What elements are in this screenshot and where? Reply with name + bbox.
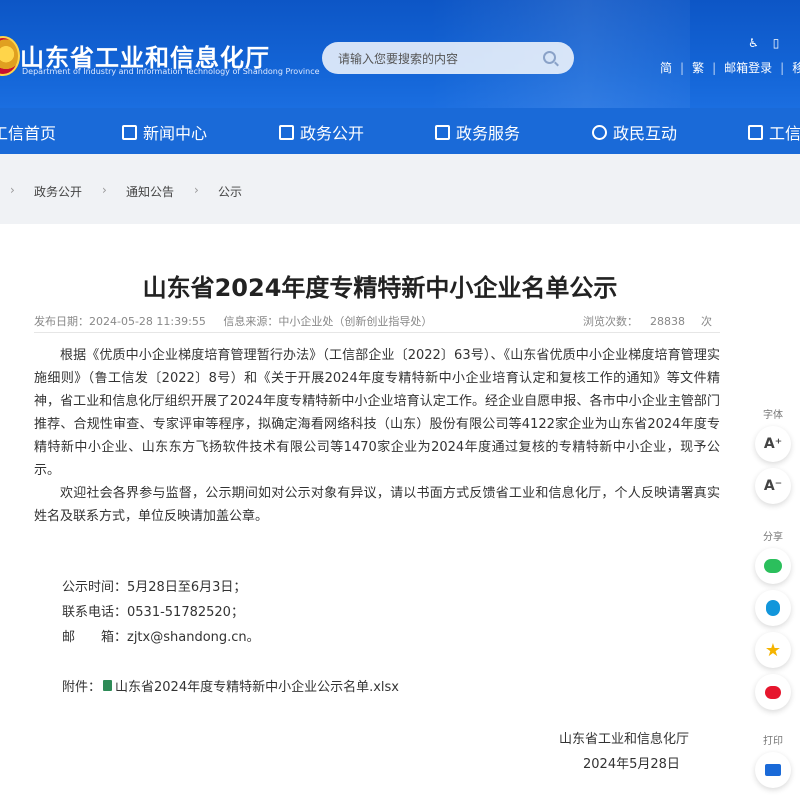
breadcrumb-publicity[interactable]: 公示 xyxy=(218,183,242,200)
article-title: 山东省2024年度专精特新中小企业名单公示 xyxy=(142,274,618,302)
attachment-label: 附件： xyxy=(62,680,102,695)
printer-icon xyxy=(765,764,781,776)
excel-file-icon xyxy=(103,680,113,691)
views-number: 28838 xyxy=(650,315,685,328)
contact-email: 邮 箱：zjtx@shandong.cn。 xyxy=(62,630,260,645)
signature-date: 2024年5月28日 xyxy=(583,757,680,772)
database-icon xyxy=(748,124,763,140)
attachment-row: 附件： 山东省2024年度专精特新中小企业公示名单.xlsx xyxy=(62,676,399,695)
wechat-share-button[interactable] xyxy=(755,548,791,584)
search-icon[interactable] xyxy=(543,51,556,64)
font-increase-button[interactable]: A⁺ xyxy=(755,426,791,462)
nav-interaction[interactable]: 政民互动 xyxy=(592,120,677,144)
nav-news-label: 新闻中心 xyxy=(143,124,208,143)
nav-interaction-label: 政民互动 xyxy=(613,124,678,143)
print-label: 打印 xyxy=(763,736,783,747)
nav-gov-service[interactable]: 政务服务 xyxy=(435,120,520,144)
news-icon xyxy=(122,124,137,140)
breadcrumb-gov-affairs[interactable]: 政务公开 xyxy=(34,183,82,200)
mobile-icon[interactable]: ▯ xyxy=(773,36,780,50)
traditional-chinese-link[interactable]: 繁 xyxy=(692,59,704,76)
divider: | xyxy=(680,60,685,75)
simplified-chinese-link[interactable]: 简 xyxy=(660,59,672,76)
contact-phone: 联系电话：0531-51782520； xyxy=(62,605,244,620)
view-count: 浏览次数： 28838 次 xyxy=(583,313,712,329)
attachment-link[interactable]: 山东省2024年度专精特新中小企业公示名单.xlsx xyxy=(115,676,399,695)
breadcrumb-separator: › xyxy=(102,183,107,197)
monitor-icon xyxy=(279,124,294,140)
publish-date: 发布日期：2024-05-28 11:39:55 xyxy=(34,315,206,328)
nav-gov-affairs-label: 政务公开 xyxy=(300,124,365,143)
nav-news[interactable]: 新闻中心 xyxy=(122,120,207,144)
weibo-icon xyxy=(765,685,781,699)
meta-divider xyxy=(34,332,720,333)
share-label: 分享 xyxy=(763,532,783,543)
search-box[interactable]: 请输入您要搜索的内容 xyxy=(322,42,574,74)
article-body: 根据《优质中小企业梯度培育管理暂行办法》（工信部企业〔2022〕63号）、《山东… xyxy=(34,344,720,528)
breadcrumb-notices[interactable]: 通知公告 xyxy=(126,183,174,200)
site-subtitle: Department of Industry and Information T… xyxy=(22,67,320,76)
divider: | xyxy=(712,60,717,75)
qq-icon xyxy=(766,600,780,616)
divider: | xyxy=(780,60,785,75)
views-label: 浏览次数： xyxy=(583,315,638,328)
print-button[interactable] xyxy=(755,752,791,788)
main-nav: 工信首页 新闻中心 政务公开 政务服务 政民互动 工信 xyxy=(0,108,800,154)
nav-gongxin[interactable]: 工信 xyxy=(748,120,800,144)
breadcrumb-separator: › xyxy=(194,183,199,197)
paragraph-2: 欢迎社会各界参与监督，公示期间如对公示对象有异议，请以书面方式反馈省工业和信息化… xyxy=(34,486,720,524)
font-decrease-button[interactable]: A⁻ xyxy=(755,468,791,504)
nav-gov-service-label: 政务服务 xyxy=(456,124,521,143)
paragraph-1: 根据《优质中小企业梯度培育管理暂行办法》（工信部企业〔2022〕63号）、《山东… xyxy=(34,348,720,478)
font-label: 字体 xyxy=(763,410,783,421)
wechat-icon xyxy=(764,559,782,573)
breadcrumb-separator: › xyxy=(10,183,15,197)
search-input[interactable]: 请输入您要搜索的内容 xyxy=(338,50,458,67)
qzone-star-icon: ★ xyxy=(764,639,782,661)
article-meta: 发布日期：2024-05-28 11:39:55 信息来源：中小企业处（创新创业… xyxy=(34,313,432,329)
mobile-link[interactable]: 移 xyxy=(792,59,800,76)
accessibility-icon[interactable]: ♿ xyxy=(748,36,759,50)
national-emblem-icon xyxy=(0,36,20,76)
nav-home[interactable]: 工信首页 xyxy=(0,120,56,144)
weibo-share-button[interactable] xyxy=(755,674,791,710)
breadcrumb: › 政务公开 › 通知公告 › 公示 xyxy=(0,154,800,224)
views-unit: 次 xyxy=(701,315,712,328)
nav-home-label: 工信首页 xyxy=(0,124,57,143)
article-panel: 山东省2024年度专精特新中小企业名单公示 发布日期：2024-05-28 11… xyxy=(0,224,800,800)
site-header: 山东省工业和信息化厅 Department of Industry and In… xyxy=(0,0,800,108)
publicity-period: 公示时间：5月28日至6月3日； xyxy=(62,580,247,595)
accessibility-icons: ♿ ▯ xyxy=(748,36,779,50)
qq-share-button[interactable] xyxy=(755,590,791,626)
mail-login-link[interactable]: 邮箱登录 xyxy=(724,59,772,76)
chat-icon xyxy=(592,124,607,140)
nav-gongxin-label: 工信 xyxy=(769,124,800,143)
qzone-share-button[interactable]: ★ xyxy=(755,632,791,668)
top-links: 简 | 繁 | 邮箱登录 | 移 xyxy=(660,59,800,76)
info-source: 信息来源：中小企业处（创新创业指导处） xyxy=(223,315,433,328)
nav-gov-affairs[interactable]: 政务公开 xyxy=(279,120,364,144)
document-search-icon xyxy=(435,124,450,140)
signature-org: 山东省工业和信息化厅 xyxy=(559,732,690,747)
